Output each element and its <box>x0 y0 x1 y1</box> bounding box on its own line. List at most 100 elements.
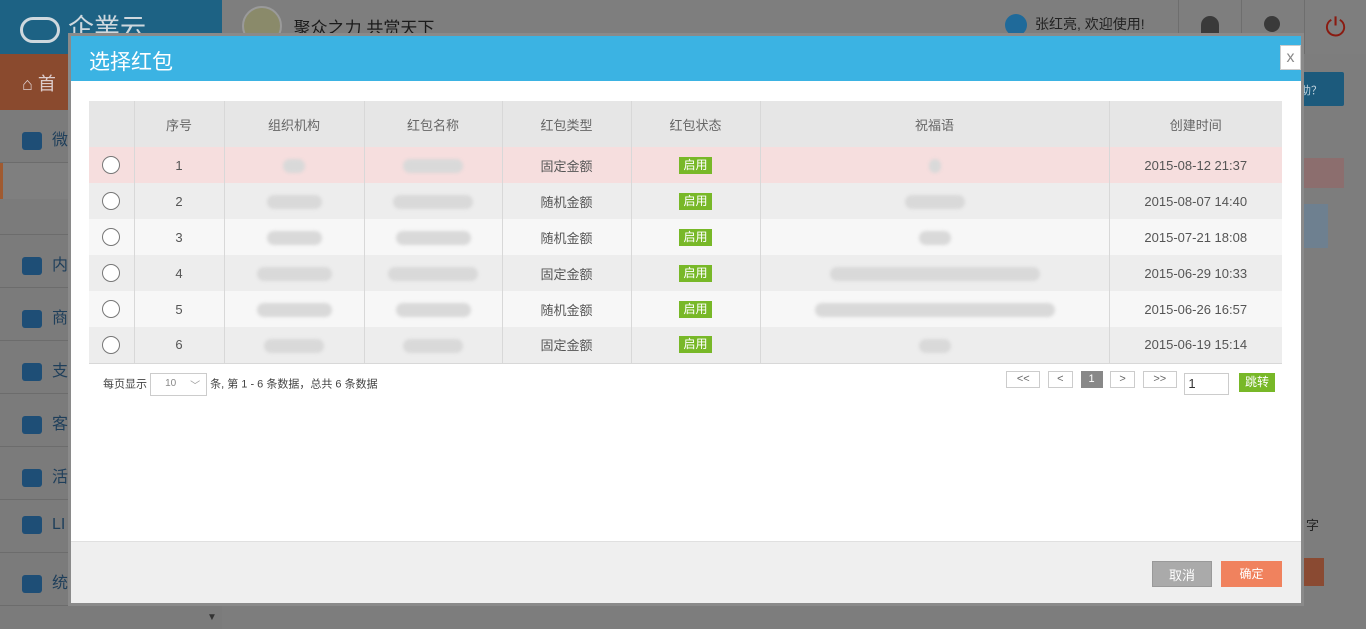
home-icon: ⌂ <box>22 74 33 94</box>
key-icon <box>1264 16 1280 32</box>
row-select[interactable] <box>89 219 135 255</box>
close-button[interactable]: x <box>1280 45 1301 70</box>
dialog-body: 序号 组织机构 红包名称 红包类型 红包状态 祝福语 创建时间 1 固定金额 启… <box>71 81 1301 543</box>
table-row[interactable]: 4 固定金额 启用 2015-06-29 10:33 <box>89 255 1282 291</box>
money-bag-icon <box>22 362 42 381</box>
confirm-button[interactable]: 确定 <box>1221 561 1282 587</box>
pagination-summary: 条, 第 1 - 6 条数据，总共 6 条数据 <box>210 378 378 391</box>
table-row[interactable]: 1 固定金额 启用 2015-08-12 21:37 <box>89 147 1282 183</box>
cell-created: 2015-07-21 18:08 <box>1109 219 1282 255</box>
row-select[interactable] <box>89 327 135 364</box>
first-page-button[interactable]: << <box>1006 371 1041 388</box>
pie-chart-icon <box>22 574 42 593</box>
radio-button[interactable] <box>102 228 121 246</box>
redacted-text <box>918 338 951 353</box>
jump-button[interactable]: 跳转 <box>1239 373 1275 392</box>
cell-org-redacted <box>224 183 365 219</box>
col-header-select <box>89 101 135 147</box>
cell-org-redacted <box>224 147 365 183</box>
redacted-text <box>388 266 478 281</box>
redacted-text <box>918 230 951 245</box>
row-select[interactable] <box>89 183 135 219</box>
redacted-text <box>256 302 332 317</box>
col-header-greeting: 祝福语 <box>760 101 1110 147</box>
dialog-footer: 取消 确定 <box>71 541 1301 603</box>
redacted-text <box>403 338 463 353</box>
cell-greeting-redacted <box>760 147 1110 183</box>
radio-button[interactable] <box>102 335 121 354</box>
redacted-text <box>403 158 463 173</box>
table-row[interactable]: 5 随机金额 启用 2015-06-26 16:57 <box>89 291 1282 327</box>
red-packet-table: 序号 组织机构 红包名称 红包类型 红包状态 祝福语 创建时间 1 固定金额 启… <box>89 101 1282 364</box>
row-select[interactable] <box>89 255 135 291</box>
cancel-button[interactable]: 取消 <box>1152 561 1212 587</box>
row-select[interactable] <box>89 291 135 327</box>
status-badge: 启用 <box>679 336 712 354</box>
last-page-button[interactable]: >> <box>1142 371 1177 388</box>
cell-status: 启用 <box>631 147 761 183</box>
redacted-text <box>393 194 473 209</box>
table-row[interactable]: 2 随机金额 启用 2015-08-07 14:40 <box>89 183 1282 219</box>
cell-name-redacted <box>364 183 503 219</box>
cell-created: 2015-06-19 15:14 <box>1109 327 1282 364</box>
cell-seq: 1 <box>134 147 225 183</box>
bg-side-text: 字 <box>1306 518 1320 533</box>
radio-button[interactable] <box>102 156 121 174</box>
redacted-text <box>928 158 941 173</box>
cell-greeting-redacted <box>760 183 1110 219</box>
cell-name-redacted <box>364 147 503 183</box>
bg-panel-secondary <box>1300 204 1328 248</box>
redacted-text <box>814 302 1055 317</box>
scroll-down-arrow[interactable]: ▼ <box>204 612 220 629</box>
prev-page-button[interactable]: < <box>1047 371 1073 388</box>
row-select[interactable] <box>89 147 135 183</box>
pagination: << < 1 > >> 1 跳转 <box>1002 371 1275 395</box>
cell-type: 随机金额 <box>502 291 632 327</box>
cell-type: 固定金额 <box>502 327 632 364</box>
table-header-row: 序号 组织机构 红包名称 红包类型 红包状态 祝福语 创建时间 <box>89 101 1282 147</box>
col-header-status: 红包状态 <box>631 101 761 147</box>
redacted-text <box>266 194 322 209</box>
radio-button[interactable] <box>102 264 121 282</box>
redacted-text <box>264 338 324 353</box>
redacted-text <box>266 230 322 245</box>
cell-type: 随机金额 <box>502 219 632 255</box>
building-icon <box>22 309 42 328</box>
status-badge: 启用 <box>679 300 712 318</box>
cell-org-redacted <box>224 291 365 327</box>
cell-status: 启用 <box>631 219 761 255</box>
table-row[interactable]: 3 随机金额 启用 2015-07-21 18:08 <box>89 219 1282 255</box>
select-red-packet-dialog: 选择红包 x 序号 组织机构 红包名称 红包类型 红包状态 祝福语 创建时间 1… <box>68 33 1304 606</box>
radio-button[interactable] <box>102 192 121 210</box>
cell-greeting-redacted <box>760 327 1110 364</box>
status-badge: 启用 <box>679 156 712 174</box>
page-size-select[interactable]: 10 ﹀ <box>150 373 208 396</box>
status-badge: 启用 <box>679 228 712 246</box>
col-header-org: 组织机构 <box>224 101 365 147</box>
chevron-down-icon: ﹀ <box>190 381 201 392</box>
cell-greeting-redacted <box>760 255 1110 291</box>
wechat-icon <box>22 131 42 150</box>
redacted-text <box>395 302 471 317</box>
redacted-text <box>256 266 332 281</box>
page-1-button[interactable]: 1 <box>1080 371 1103 388</box>
power-button[interactable]: ⏻ <box>1304 0 1366 54</box>
cell-status: 启用 <box>631 291 761 327</box>
redacted-text <box>283 158 305 173</box>
redacted-text <box>904 194 965 209</box>
col-header-name: 红包名称 <box>364 101 503 147</box>
status-badge: 启用 <box>679 264 712 282</box>
cell-org-redacted <box>224 255 365 291</box>
power-icon: ⏻ <box>1325 12 1346 42</box>
cell-greeting-redacted <box>760 291 1110 327</box>
cell-seq: 3 <box>134 219 225 255</box>
bg-panel <box>1300 158 1344 188</box>
cell-type: 固定金额 <box>502 147 632 183</box>
table-row[interactable]: 6 固定金额 启用 2015-06-19 15:14 <box>89 327 1282 364</box>
jump-page-input[interactable]: 1 <box>1184 373 1230 395</box>
cell-created: 2015-08-07 14:40 <box>1109 183 1282 219</box>
status-badge: 启用 <box>679 192 712 210</box>
next-page-button[interactable]: > <box>1110 371 1136 388</box>
col-header-seq: 序号 <box>134 101 225 147</box>
radio-button[interactable] <box>102 300 121 318</box>
